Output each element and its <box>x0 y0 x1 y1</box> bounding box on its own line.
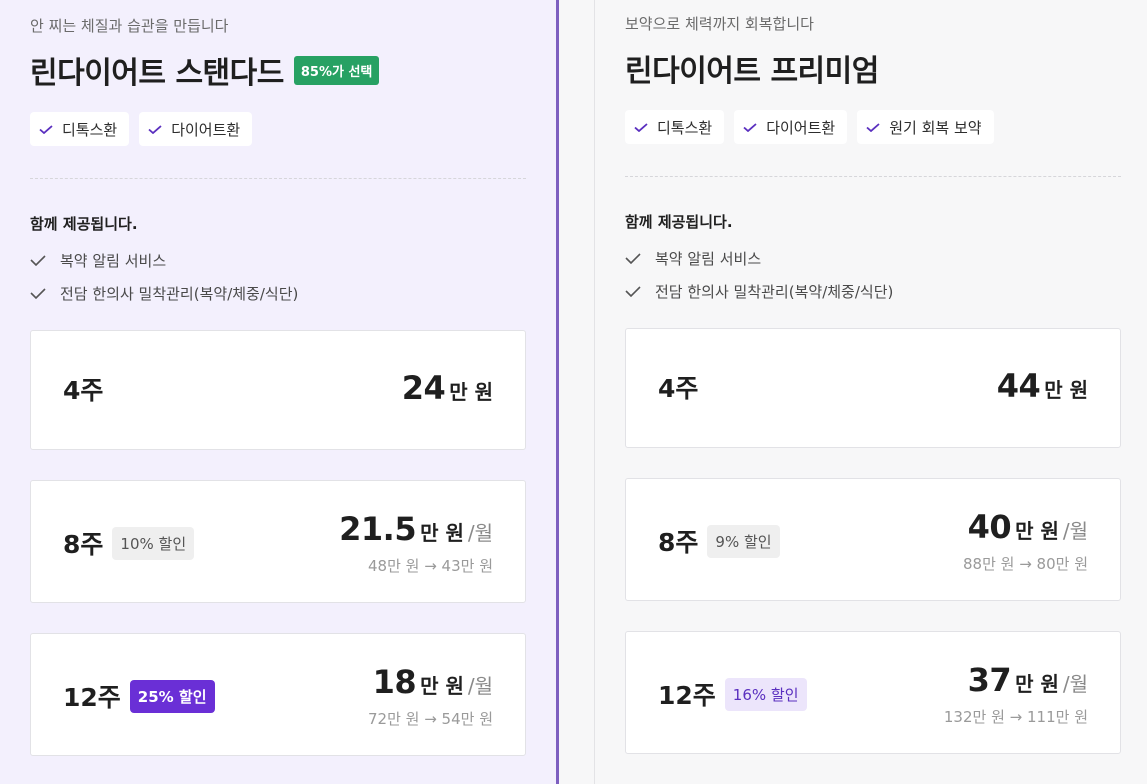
plan-card-8-weeks[interactable]: 8주 10% 할인 21.5 만 원 /월 48만 원 → 43만 원 <box>30 480 526 603</box>
price-unit: 만 원 <box>420 521 464 545</box>
price-unit: 만 원 <box>1044 378 1088 402</box>
plan-weeks: 4주 <box>658 369 698 405</box>
check-icon <box>30 255 46 266</box>
plan-weeks-label: 4주 <box>63 376 104 405</box>
feature-item: 복약 알림 서비스 <box>30 250 166 271</box>
price-amount: 40 <box>967 508 1012 546</box>
plan-weeks: 12주 25% 할인 <box>63 678 215 714</box>
plan-card-4-weeks[interactable]: 4주 44 만 원 <box>625 328 1121 448</box>
discount-badge: 25% 할인 <box>129 679 215 713</box>
check-icon <box>30 288 46 299</box>
plan-weeks-label: 12주 <box>63 683 121 712</box>
price-per-month: /월 <box>467 674 493 698</box>
discount-badge: 16% 할인 <box>724 677 807 711</box>
feature-item: 전담 한의사 밀착관리(복약/체중/식단) <box>30 283 298 304</box>
chip-label: 다이어트환 <box>766 118 836 137</box>
plan-price: 37 만 원 /월 <box>968 661 1088 699</box>
price-amount: 24 <box>401 369 446 407</box>
price-amount: 21.5 <box>339 510 417 548</box>
premium-subtitle: 보약으로 체력까지 회복합니다 <box>625 15 814 33</box>
chip-tonic: 원기 회복 보약 <box>857 110 994 144</box>
check-icon <box>625 286 641 297</box>
price-unit: 만 원 <box>420 674 464 698</box>
feature-label: 복약 알림 서비스 <box>60 252 167 270</box>
plan-weeks: 8주 9% 할인 <box>658 523 780 559</box>
price-unit: 만 원 <box>449 380 493 404</box>
check-icon <box>39 124 53 134</box>
feature-label: 복약 알림 서비스 <box>655 250 762 268</box>
plan-weeks-label: 12주 <box>658 681 716 710</box>
premium-plan-column: 보약으로 체력까지 회복합니다 린다이어트 프리미엄 디톡스환 다이어트환 원기… <box>594 0 1147 784</box>
plan-card-12-weeks[interactable]: 12주 16% 할인 37 만 원 /월 132만 원 → 111만 원 <box>625 631 1121 754</box>
price-per-month: /월 <box>1062 519 1088 543</box>
price-breakdown: 48만 원 → 43만 원 <box>367 557 493 575</box>
price-breakdown: 88만 원 → 80만 원 <box>962 555 1088 573</box>
plan-price: 44 만 원 <box>997 367 1088 405</box>
premium-title-row: 린다이어트 프리미엄 <box>625 46 879 90</box>
standard-plan-column: 안 찌는 체질과 습관을 만듭니다 린다이어트 스탠다드 85%가 선택 디톡스… <box>0 0 559 784</box>
check-icon <box>743 122 757 132</box>
price-unit: 만 원 <box>1015 672 1059 696</box>
section-divider <box>625 176 1121 177</box>
plan-weeks: 8주 10% 할인 <box>63 525 195 561</box>
feature-item: 전담 한의사 밀착관리(복약/체중/식단) <box>625 281 893 302</box>
chip-label: 다이어트환 <box>171 120 241 139</box>
plan-price: 21.5 만 원 /월 <box>339 510 493 548</box>
price-breakdown: 72만 원 → 54만 원 <box>367 710 493 728</box>
plan-weeks-label: 4주 <box>658 374 699 403</box>
plan-weeks-label: 8주 <box>63 530 104 559</box>
price-amount: 18 <box>372 663 417 701</box>
plan-weeks: 12주 16% 할인 <box>658 676 807 712</box>
plan-price: 18 만 원 /월 <box>373 663 493 701</box>
section-divider <box>30 178 526 179</box>
standard-subtitle: 안 찌는 체질과 습관을 만듭니다 <box>30 17 229 35</box>
price-breakdown: 132만 원 → 111만 원 <box>943 708 1088 726</box>
premium-included-chips: 디톡스환 다이어트환 원기 회복 보약 <box>625 110 994 144</box>
discount-badge: 10% 할인 <box>112 526 195 560</box>
chip-label: 디톡스환 <box>62 120 118 139</box>
check-icon <box>866 122 880 132</box>
discount-badge: 9% 할인 <box>707 524 780 558</box>
price-unit: 만 원 <box>1015 519 1059 543</box>
plan-card-4-weeks[interactable]: 4주 24 만 원 <box>30 330 526 450</box>
chip-label: 디톡스환 <box>657 118 713 137</box>
feature-label: 전담 한의사 밀착관리(복약/체중/식단) <box>60 285 299 303</box>
price-per-month: /월 <box>1062 672 1088 696</box>
standard-title-row: 린다이어트 스탠다드 85%가 선택 <box>30 48 380 92</box>
price-amount: 44 <box>996 367 1041 405</box>
plan-weeks: 4주 <box>63 371 103 407</box>
check-icon <box>625 253 641 264</box>
provided-title: 함께 제공됩니다. <box>625 213 733 231</box>
popular-badge: 85%가 선택 <box>293 55 380 85</box>
feature-label: 전담 한의사 밀착관리(복약/체중/식단) <box>655 283 894 301</box>
chip-diet: 다이어트환 <box>734 110 848 144</box>
chip-detox: 디톡스환 <box>625 110 725 144</box>
plan-price: 40 만 원 /월 <box>968 508 1088 546</box>
standard-title: 린다이어트 스탠다드 <box>30 56 284 91</box>
plan-card-12-weeks[interactable]: 12주 25% 할인 18 만 원 /월 72만 원 → 54만 원 <box>30 633 526 756</box>
price-amount: 37 <box>967 661 1012 699</box>
feature-item: 복약 알림 서비스 <box>625 248 761 269</box>
premium-title: 린다이어트 프리미엄 <box>625 54 879 89</box>
chip-diet: 다이어트환 <box>139 112 253 146</box>
chip-detox: 디톡스환 <box>30 112 130 146</box>
chip-label: 원기 회복 보약 <box>889 118 982 137</box>
price-per-month: /월 <box>467 521 493 545</box>
plan-card-8-weeks[interactable]: 8주 9% 할인 40 만 원 /월 88만 원 → 80만 원 <box>625 478 1121 601</box>
check-icon <box>148 124 162 134</box>
standard-included-chips: 디톡스환 다이어트환 <box>30 112 253 146</box>
check-icon <box>634 122 648 132</box>
provided-title: 함께 제공됩니다. <box>30 215 138 233</box>
plan-weeks-label: 8주 <box>658 528 699 557</box>
plan-price: 24 만 원 <box>402 369 493 407</box>
